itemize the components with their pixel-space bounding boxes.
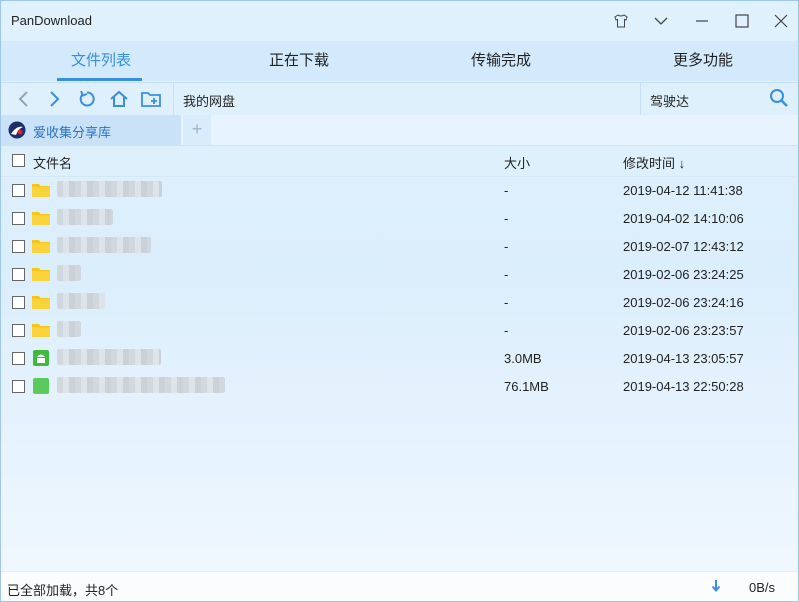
download-speed: 0B/s [749,580,776,595]
file-row[interactable]: - 2019-02-07 12:43:12 [1,232,798,260]
row-checkbox[interactable] [12,240,25,253]
file-name-redacted [57,237,151,253]
file-size: 3.0MB [504,351,542,366]
main-tabs: 文件列表 正在下载 传输完成 更多功能 [1,41,798,81]
file-modified: 2019-02-06 23:24:25 [623,267,744,282]
file-modified: 2019-02-06 23:24:16 [623,295,744,310]
new-folder-icon[interactable] [139,87,163,111]
row-checkbox[interactable] [12,380,25,393]
file-modified: 2019-04-13 23:05:57 [623,351,744,366]
share-library-tab[interactable]: 爱收集分享库 [1,115,181,145]
file-name-redacted [57,209,113,225]
file-row[interactable]: - 2019-04-12 11:41:38 [1,176,798,204]
file-row[interactable]: 3.0MB 2019-04-13 23:05:57 [1,344,798,372]
back-icon[interactable] [11,87,35,111]
file-name-redacted [57,293,105,309]
file-name-redacted [57,265,81,281]
column-name[interactable]: 文件名 [33,153,72,172]
row-checkbox[interactable] [12,324,25,337]
row-checkbox[interactable] [12,184,25,197]
add-tab-button[interactable]: + [183,115,211,145]
column-modified[interactable]: 修改时间 ↓ [623,153,685,172]
maximize-icon[interactable] [730,9,754,33]
file-size: - [504,267,509,282]
row-checkbox[interactable] [12,212,25,225]
app-window: PanDownload 文件列表 正在下载 传输完成 更多功能 我的网盘 驾驶达… [0,0,799,602]
file-name-redacted [57,321,81,337]
file-name-redacted [57,349,161,365]
column-size[interactable]: 大小 [504,153,530,172]
search-input[interactable]: 驾驶达 [650,91,689,110]
file-modified: 2019-04-13 22:50:28 [623,379,744,394]
file-row[interactable]: - 2019-02-06 23:23:57 [1,316,798,344]
row-checkbox[interactable] [12,352,25,365]
file-size: - [504,183,509,198]
row-checkbox[interactable] [12,268,25,281]
tab-downloading[interactable]: 正在下载 [199,41,399,81]
file-row[interactable]: 76.1MB 2019-04-13 22:50:28 [1,372,798,400]
file-size: - [504,295,509,310]
shirt-icon[interactable] [609,9,633,33]
tab-more-features[interactable]: 更多功能 [603,41,798,81]
file-list-header: 文件名 大小 修改时间 ↓ [1,146,798,177]
file-name-redacted [57,181,162,197]
status-bar: 已全部加载，共8个 0B/s [1,571,798,601]
toolbar: 我的网盘 驾驶达 [1,82,798,116]
status-text: 已全部加载，共8个 [7,583,119,598]
title-bar: PanDownload [1,1,798,41]
search-icon[interactable] [769,88,789,111]
share-library-bar: 爱收集分享库 + [1,115,798,146]
file-size: - [504,211,509,226]
forward-icon[interactable] [43,87,67,111]
file-size: - [504,323,509,338]
file-row[interactable]: - 2019-04-02 14:10:06 [1,204,798,232]
file-row[interactable]: - 2019-02-06 23:24:16 [1,288,798,316]
chevron-down-icon[interactable] [649,9,673,33]
file-modified: 2019-04-12 11:41:38 [623,183,743,198]
file-size: - [504,239,509,254]
folder-icon [32,212,50,225]
close-icon[interactable] [769,9,793,33]
minimize-icon[interactable] [690,9,714,33]
window-title: PanDownload [11,13,92,28]
select-all-checkbox[interactable] [12,154,25,167]
folder-icon [32,268,50,281]
refresh-icon[interactable] [75,87,99,111]
row-checkbox[interactable] [12,296,25,309]
share-library-label: 爱收集分享库 [33,125,112,140]
file-modified: 2019-02-06 23:23:57 [623,323,744,338]
file-modified: 2019-04-02 14:10:06 [623,211,744,226]
file-row[interactable]: - 2019-02-06 23:24:25 [1,260,798,288]
download-speed-icon [711,579,721,596]
android-apk-icon [33,350,49,366]
share-library-logo-icon [8,121,26,139]
folder-icon [32,184,50,197]
path-bar[interactable]: 我的网盘 [173,83,641,115]
folder-icon [32,296,50,309]
folder-icon [32,240,50,253]
home-icon[interactable] [107,87,131,111]
tab-completed[interactable]: 传输完成 [401,41,601,81]
file-size: 76.1MB [504,379,549,394]
path-text: 我的网盘 [183,94,236,109]
file-modified: 2019-02-07 12:43:12 [623,239,744,254]
tab-file-list[interactable]: 文件列表 [1,41,201,81]
file-name-redacted [57,377,225,393]
file-icon [33,378,49,394]
folder-icon [32,324,50,337]
active-tab-indicator [57,78,142,81]
